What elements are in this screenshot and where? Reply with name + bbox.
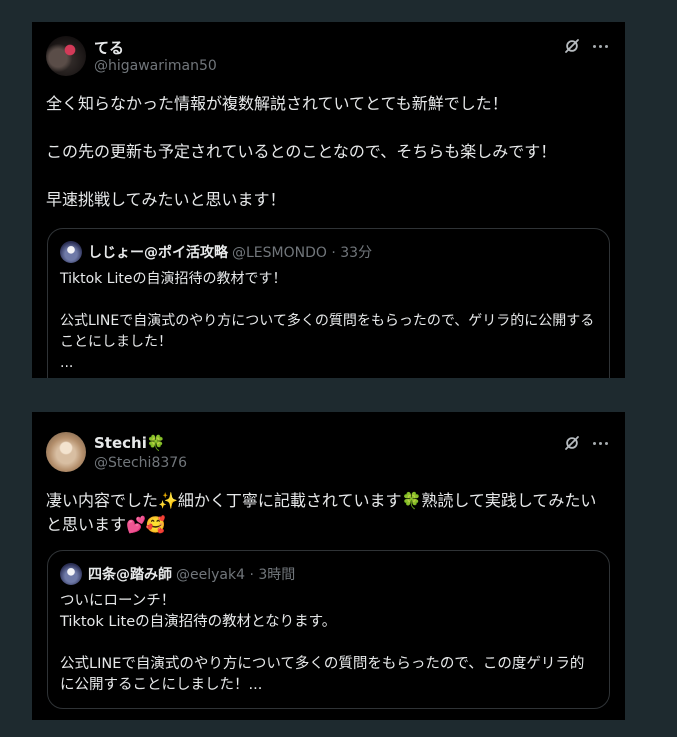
post-text: 全く知らなかった情報が複数解説されていてとても新鮮でした！ この先の更新も予定さ… bbox=[46, 94, 557, 209]
quoted-post[interactable]: 四条@踏み師 @eelyak4 · 3時間 ついにローンチ！ Tiktok Li… bbox=[47, 550, 610, 709]
post-card[interactable]: てる @higawariman50 全く知らなかった情報が複数解説されていてとて… bbox=[32, 22, 625, 378]
quoted-post[interactable]: しじょー@ポイ活攻略 @LESMONDO · 33分 Tiktok Liteの自… bbox=[47, 228, 610, 378]
grok-icon[interactable] bbox=[563, 434, 581, 452]
quoted-author-meta: @LESMONDO · 33分 bbox=[232, 245, 373, 261]
author-name-emoji: 🍀 bbox=[146, 434, 166, 452]
more-icon[interactable] bbox=[591, 37, 609, 55]
quoted-author-meta: @eelyak4 · 3時間 bbox=[176, 567, 296, 583]
author-name[interactable]: てる bbox=[94, 37, 124, 58]
quoted-post-header: しじょー@ポイ活攻略 @LESMONDO · 33分 bbox=[60, 241, 372, 263]
author-name[interactable]: Stechi bbox=[94, 434, 147, 452]
author-handle[interactable]: @higawariman50 bbox=[94, 58, 217, 74]
grok-icon[interactable] bbox=[563, 37, 581, 55]
quoted-post-text: Tiktok Liteの自演招待の教材です！ 公式LINEで自演式のやり方につい… bbox=[60, 271, 595, 371]
post-card[interactable]: Stechi🍀 @Stechi8376 凄い内容でした✨細かく丁寧に記載されてい… bbox=[32, 412, 625, 720]
quoted-avatar bbox=[60, 563, 82, 585]
quoted-post-header: 四条@踏み師 @eelyak4 · 3時間 bbox=[60, 563, 295, 585]
quoted-post-text: ついにローンチ！ Tiktok Liteの自演招待の教材となります。 公式LIN… bbox=[60, 593, 585, 693]
post-text: 凄い内容でした✨細かく丁寧に記載されています🍀熟読して実践してみたいと思います💕… bbox=[46, 491, 597, 534]
more-icon[interactable] bbox=[591, 434, 609, 452]
author-name-container[interactable]: Stechi🍀 bbox=[94, 434, 166, 452]
author-handle[interactable]: @Stechi8376 bbox=[94, 455, 187, 471]
avatar[interactable] bbox=[46, 36, 86, 76]
quoted-avatar bbox=[60, 241, 82, 263]
quoted-author-name: しじょー@ポイ活攻略 bbox=[88, 245, 228, 261]
quoted-author-name: 四条@踏み師 bbox=[88, 567, 172, 583]
avatar[interactable] bbox=[46, 432, 86, 472]
